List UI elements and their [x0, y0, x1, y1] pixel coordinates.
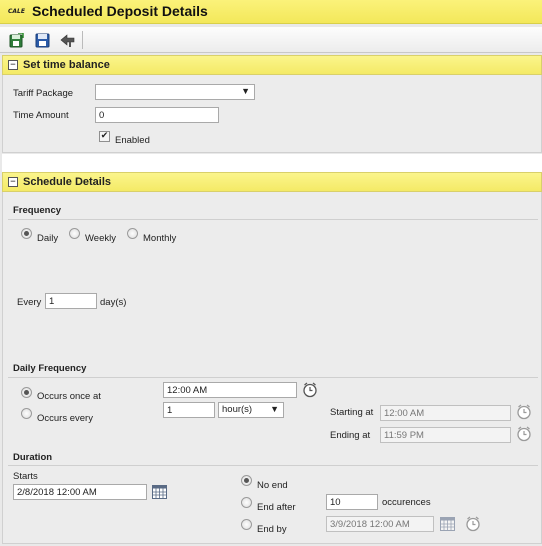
frequency-monthly-label: Monthly [143, 233, 177, 244]
clock-icon [516, 426, 532, 445]
end-after-label: End after [257, 502, 296, 513]
frequency-weekly-radio[interactable] [69, 228, 80, 239]
divider [8, 377, 538, 378]
frequency-heading: Frequency [13, 205, 62, 216]
occurs-every-unit-value: hour(s) [222, 404, 253, 415]
collapse-icon[interactable]: − [8, 60, 18, 70]
toolbar-separator [82, 31, 83, 49]
no-end-label: No end [257, 480, 288, 491]
save-and-new-button[interactable] [7, 31, 25, 49]
occurs-once-label: Occurs once at [37, 391, 101, 402]
every-unit-label: day(s) [100, 297, 127, 308]
calendar-icon [440, 517, 455, 534]
starts-date-input[interactable]: 2/8/2018 12:00 AM [13, 484, 147, 500]
occurs-every-unit-select[interactable]: hour(s) ▼ [218, 402, 284, 418]
occurs-once-time-input[interactable]: 12:00 AM [163, 382, 297, 398]
frequency-monthly-radio[interactable] [127, 228, 138, 239]
divider [8, 219, 538, 220]
time-amount-label: Time Amount [13, 110, 69, 121]
occurs-every-label: Occurs every [37, 413, 93, 424]
end-by-label: End by [257, 524, 287, 535]
daily-frequency-heading: Daily Frequency [13, 363, 87, 374]
divider [8, 465, 538, 466]
tariff-package-select[interactable]: ▼ [95, 84, 255, 100]
dropdown-arrow-icon: ▼ [241, 86, 250, 96]
end-after-radio[interactable] [241, 497, 252, 508]
end-by-date-input[interactable]: 3/9/2018 12:00 AM [326, 516, 434, 532]
section-title-schedule: Schedule Details [23, 176, 112, 188]
occurrences-label: occurences [382, 497, 431, 508]
collapse-icon[interactable]: − [8, 177, 18, 187]
dropdown-arrow-icon: ▼ [270, 404, 279, 414]
starts-label: Starts [13, 471, 38, 482]
tariff-package-label: Tariff Package [13, 88, 74, 99]
cale-logo: CALE [8, 8, 25, 15]
every-label: Every [17, 297, 42, 308]
occurs-every-input[interactable]: 1 [163, 402, 215, 418]
ending-at-label: Ending at [330, 430, 371, 441]
page-title: Scheduled Deposit Details [32, 3, 208, 19]
clock-icon [516, 404, 532, 423]
time-amount-input[interactable]: 0 [95, 107, 219, 123]
end-after-input[interactable]: 10 [326, 494, 378, 510]
clock-icon[interactable] [302, 382, 318, 401]
end-by-radio[interactable] [241, 519, 252, 530]
back-button[interactable] [59, 31, 77, 49]
time-balance-panel [2, 75, 542, 153]
section-title-time-balance: Set time balance [23, 59, 110, 71]
calendar-icon[interactable] [152, 485, 167, 502]
ending-at-input[interactable]: 11:59 PM [380, 427, 511, 443]
every-input[interactable]: 1 [45, 293, 97, 309]
save-icon [35, 33, 49, 47]
duration-heading: Duration [13, 452, 53, 463]
occurs-once-radio[interactable] [21, 387, 32, 398]
save-and-new-icon [9, 32, 24, 47]
enabled-label: Enabled [115, 135, 150, 146]
section-header-schedule[interactable]: − Schedule Details [2, 172, 542, 192]
frequency-daily-label: Daily [37, 233, 59, 244]
save-button[interactable] [33, 31, 51, 49]
starting-at-input[interactable]: 12:00 AM [380, 405, 511, 421]
frequency-daily-radio[interactable] [21, 228, 32, 239]
section-header-time-balance[interactable]: − Set time balance [2, 55, 542, 75]
starting-at-label: Starting at [330, 407, 374, 418]
occurs-every-radio[interactable] [21, 408, 32, 419]
frequency-weekly-label: Weekly [85, 233, 116, 244]
back-icon [60, 33, 75, 47]
no-end-radio[interactable] [241, 475, 252, 486]
section-gap [2, 154, 542, 172]
clock-icon [465, 516, 481, 535]
enabled-checkbox[interactable]: ✔ [99, 131, 110, 142]
